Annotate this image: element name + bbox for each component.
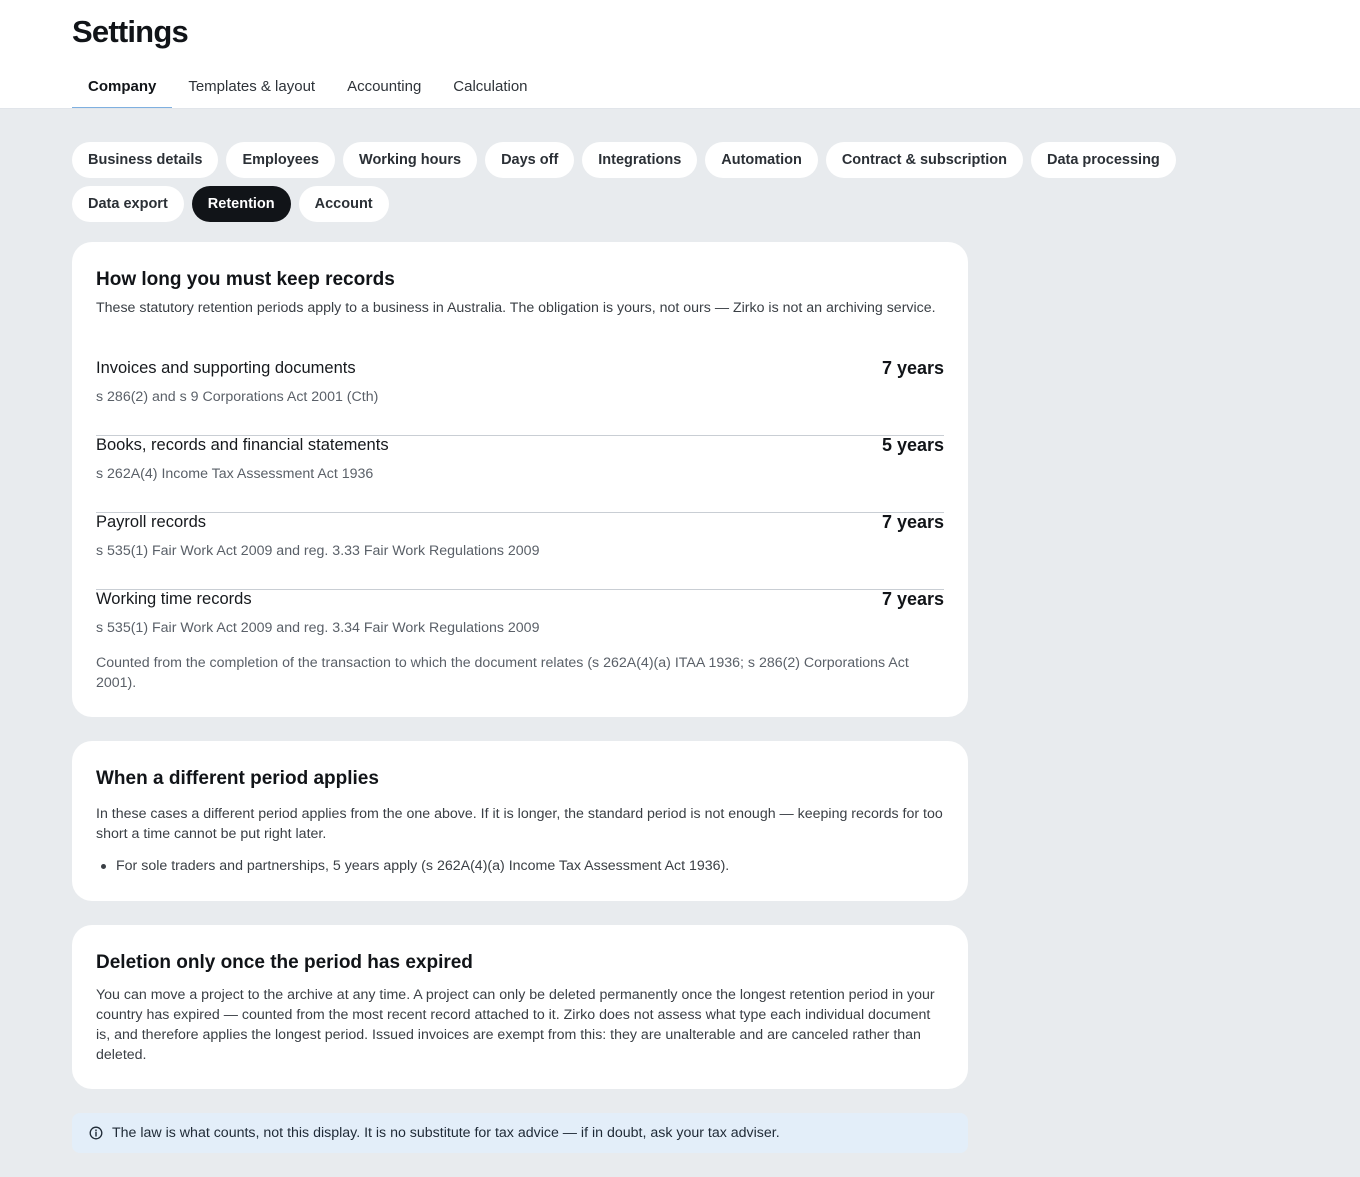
subnav-chips: Business details Employees Working hours…: [72, 142, 1292, 222]
card-title: Deletion only once the period has expire…: [96, 952, 473, 973]
chip-account[interactable]: Account: [298, 186, 389, 222]
header-divider: [0, 108, 1360, 109]
bullet-dot: [101, 864, 106, 869]
retention-row-reference: s 535(1) Fair Work Act 2009 and reg. 3.3…: [96, 543, 540, 559]
card-body: You can move a project to the archive at…: [96, 987, 935, 1063]
card-body: In these cases a different period applie…: [96, 806, 943, 842]
chip-employees[interactable]: Employees: [226, 142, 336, 178]
chip-data-processing[interactable]: Data processing: [1030, 142, 1176, 178]
retention-row-reference: s 286(2) and s 9 Corporations Act 2001 (…: [96, 389, 379, 405]
legal-notice-banner: The law is what counts, not this display…: [72, 1113, 968, 1153]
retention-row-value: 7 years: [881, 589, 944, 609]
retention-row: Payroll records 7 years s 535(1) Fair Wo…: [96, 512, 944, 590]
page-title: Settings: [72, 14, 189, 49]
chip-data-export[interactable]: Data export: [72, 186, 184, 222]
chip-working-hours[interactable]: Working hours: [343, 142, 478, 178]
different-period-card: When a different period applies In these…: [72, 741, 968, 901]
chip-days-off[interactable]: Days off: [485, 142, 575, 178]
chip-business-details[interactable]: Business details: [72, 142, 219, 178]
retention-row-label: Invoices and supporting documents: [96, 359, 356, 377]
tab-company[interactable]: Company: [72, 70, 173, 109]
tab-calculation[interactable]: Calculation: [437, 70, 543, 109]
chip-retention[interactable]: Retention: [191, 186, 291, 222]
deletion-card: Deletion only once the period has expire…: [72, 925, 968, 1089]
retention-periods-card: How long you must keep records These sta…: [72, 242, 968, 717]
info-icon: [88, 1125, 104, 1141]
retention-row-value: 5 years: [881, 435, 944, 455]
list-item: For sole traders and partnerships, 5 yea…: [96, 856, 948, 876]
settings-header: Settings Company Templates & layout Acco…: [0, 0, 1360, 109]
list-item-text: For sole traders and partnerships, 5 yea…: [116, 858, 730, 874]
retention-row: Books, records and financial statements …: [96, 435, 944, 513]
exceptions-list: For sole traders and partnerships, 5 yea…: [96, 856, 948, 876]
retention-row: Invoices and supporting documents 7 year…: [96, 358, 944, 436]
retention-row-reference: s 262A(4) Income Tax Assessment Act 1936: [96, 466, 374, 482]
retention-row-label: Working time records: [96, 590, 252, 608]
chip-contract-subscription[interactable]: Contract & subscription: [825, 142, 1023, 178]
card-intro: These statutory retention periods apply …: [96, 300, 936, 316]
retention-row-reference: s 535(1) Fair Work Act 2009 and reg. 3.3…: [96, 620, 540, 636]
card-title: When a different period applies: [96, 768, 379, 789]
card-title: How long you must keep records: [96, 269, 395, 290]
tab-templates-layout[interactable]: Templates & layout: [172, 70, 331, 109]
retention-row-label: Books, records and financial statements: [96, 436, 389, 454]
tab-accounting[interactable]: Accounting: [331, 70, 437, 109]
main-tabs: Company Templates & layout Accounting Ca…: [72, 70, 544, 109]
chip-integrations[interactable]: Integrations: [582, 142, 698, 178]
retention-row-value: 7 years: [881, 512, 944, 532]
notice-text: The law is what counts, not this display…: [112, 1125, 780, 1141]
retention-row-label: Payroll records: [96, 513, 207, 531]
retention-row-value: 7 years: [881, 358, 944, 378]
retention-footnote: Counted from the completion of the trans…: [96, 655, 909, 691]
chip-automation[interactable]: Automation: [705, 142, 818, 178]
